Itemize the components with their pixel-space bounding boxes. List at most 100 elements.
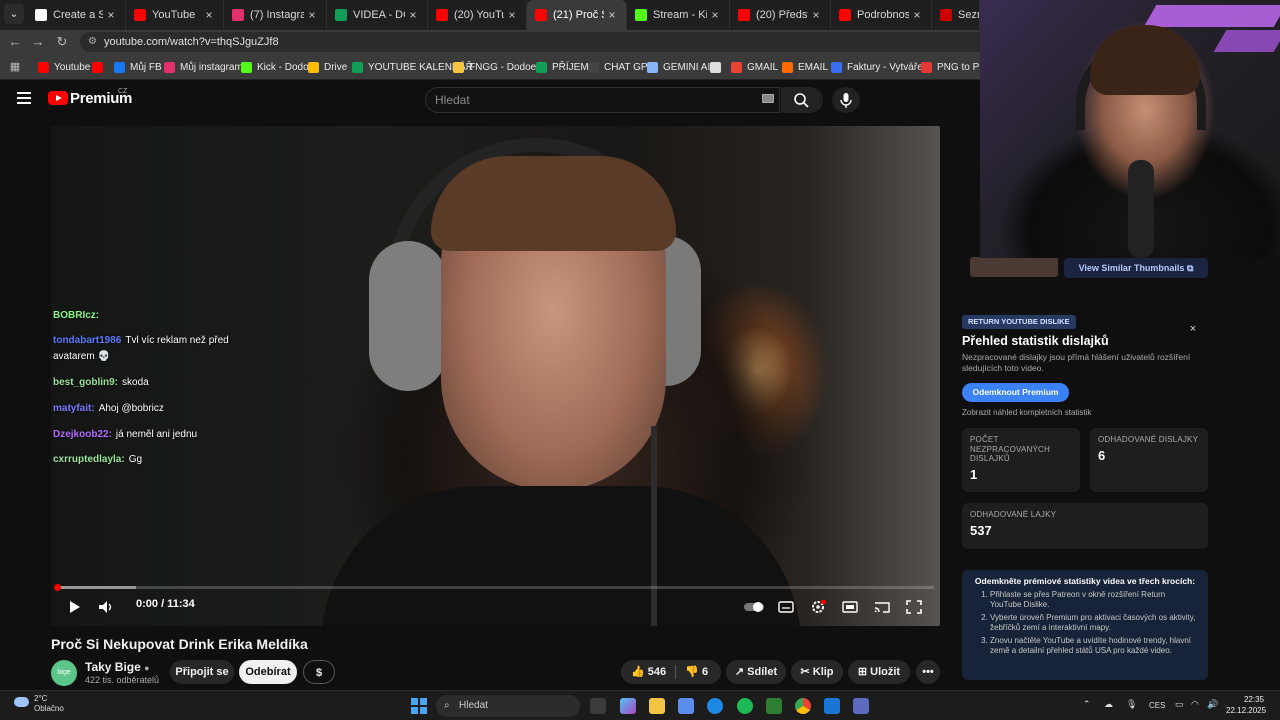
back-icon[interactable]: ← xyxy=(6,33,24,51)
tab-close-icon[interactable]: × xyxy=(304,8,320,22)
preview-stats-link[interactable]: Zobrazit náhled kompletních statistik xyxy=(962,408,1091,417)
windows-start-icon[interactable] xyxy=(411,698,427,714)
task-view-icon[interactable] xyxy=(590,698,606,714)
tab-label: Seznam xyxy=(958,9,979,21)
video-player[interactable]: BOBRIcz: tondabart1986 Tvl víc reklam než … xyxy=(51,126,940,626)
share-button[interactable]: ↗ Sdílet xyxy=(726,660,786,684)
file-explorer-icon[interactable] xyxy=(649,698,665,714)
tab-close-icon[interactable]: × xyxy=(604,8,620,22)
tab-search-button[interactable]: ⌄ xyxy=(4,4,24,24)
tab-close-icon[interactable]: × xyxy=(707,8,723,22)
bookmark-icon xyxy=(588,61,599,73)
channel-name[interactable]: Taky Bige ● xyxy=(85,660,150,674)
terminal-icon[interactable] xyxy=(766,698,782,714)
menu-icon[interactable] xyxy=(17,92,31,104)
bookmark-item[interactable]: GEMINI AI xyxy=(647,54,710,80)
view-similar-thumbnails-button[interactable]: View Similar Thumbnails ⧉ xyxy=(1064,258,1208,278)
outlook-icon[interactable] xyxy=(678,698,694,714)
tray-display-icon[interactable]: ▭ xyxy=(1175,699,1184,710)
unlock-premium-button[interactable]: Odemknout Premium xyxy=(962,383,1069,402)
bookmark-item[interactable]: Můj FB xyxy=(114,54,162,80)
bookmark-item[interactable]: Můj instagram xyxy=(164,54,243,80)
copilot-icon[interactable] xyxy=(620,698,636,714)
apps-grid-icon[interactable]: ▦ xyxy=(6,58,24,76)
similar-thumbnail-preview[interactable] xyxy=(970,257,1058,277)
channel-avatar[interactable]: bige xyxy=(51,660,77,686)
tray-network-icon[interactable]: ☁ xyxy=(1104,699,1113,710)
browser-tab[interactable]: Podrobnosti o× xyxy=(831,0,932,30)
progress-bar[interactable] xyxy=(54,584,934,591)
bookmark-item[interactable]: CHAT GPT xyxy=(588,54,654,80)
subtitles-icon[interactable] xyxy=(778,600,794,614)
tab-close-icon[interactable]: × xyxy=(909,8,925,22)
tray-mic-icon[interactable]: 🎙 xyxy=(1126,699,1137,710)
subscribe-button[interactable]: Odebírat xyxy=(239,660,297,684)
fullscreen-icon[interactable] xyxy=(906,600,922,614)
tray-wifi-icon[interactable]: ◠ xyxy=(1191,699,1199,710)
youtube-logo-icon[interactable] xyxy=(48,91,68,105)
browser-tab[interactable]: (7) Instagram -× xyxy=(224,0,327,30)
forward-icon[interactable]: → xyxy=(29,33,47,51)
language-indicator[interactable]: CES xyxy=(1149,701,1165,710)
tab-close-icon[interactable]: × xyxy=(504,8,520,22)
bookmark-item[interactable] xyxy=(710,54,726,80)
like-button[interactable]: 👍 546 xyxy=(631,666,666,678)
tray-chevron-icon[interactable]: ⌃ xyxy=(1083,699,1091,710)
bookmark-item[interactable]: FNGG - Dodoeu xyxy=(453,54,542,80)
cast-icon[interactable] xyxy=(874,600,890,614)
play-icon[interactable] xyxy=(66,600,82,614)
tab-close-icon[interactable]: × xyxy=(103,8,119,22)
volume-icon[interactable] xyxy=(98,600,114,614)
bookmark-item[interactable]: GMAIL xyxy=(731,54,778,80)
url-field[interactable]: ⚙ youtube.com/watch?v=thqSJguZJf8 xyxy=(80,32,1000,52)
tab-close-icon[interactable]: × xyxy=(808,8,824,22)
search-input[interactable]: Hledat xyxy=(425,87,780,113)
weather-widget[interactable]: 2°C Oblačno xyxy=(14,694,64,714)
more-actions-button[interactable]: ••• xyxy=(916,660,940,684)
tab-close-icon[interactable]: × xyxy=(405,8,421,22)
browser-tab[interactable]: Stream - Kick D× xyxy=(627,0,730,30)
reload-icon[interactable]: ↻ xyxy=(53,33,71,51)
stat-value: 6 xyxy=(1098,447,1106,463)
browser-tab[interactable]: VIDEA - DODO× xyxy=(327,0,428,30)
clip-button[interactable]: ✂ Klip xyxy=(791,660,843,684)
chat-username: BOBRIcz: xyxy=(53,310,100,321)
autoplay-toggle[interactable] xyxy=(743,600,765,614)
dislike-button[interactable]: 👎 6 xyxy=(685,666,708,678)
browser-tab[interactable]: Create a Single× xyxy=(27,0,126,30)
bookmark-item[interactable]: Youtube xyxy=(38,54,90,80)
browser-tab[interactable]: YouTube × xyxy=(126,0,224,30)
browser-tab[interactable]: (20) YouTube× xyxy=(428,0,527,30)
bookmark-item[interactable]: EMAIL xyxy=(782,54,828,80)
thanks-button[interactable]: $ xyxy=(303,660,335,684)
tab-close-icon[interactable]: × xyxy=(201,8,217,22)
keyboard-icon[interactable] xyxy=(762,94,774,103)
calculator-icon[interactable] xyxy=(853,698,869,714)
tray-volume-icon[interactable]: 🔊 xyxy=(1207,699,1218,710)
system-clock[interactable]: 22:35 22.12.2025 xyxy=(1226,694,1266,716)
clock-time: 22:35 xyxy=(1243,695,1264,704)
chrome-icon[interactable] xyxy=(795,698,811,714)
scrubber-handle[interactable] xyxy=(54,584,61,591)
site-info-icon[interactable]: ⚙ xyxy=(88,32,97,52)
close-icon[interactable]: × xyxy=(1186,323,1200,337)
snipping-tool-icon[interactable] xyxy=(824,698,840,714)
edge-icon[interactable] xyxy=(707,698,723,714)
bookmark-item[interactable]: Faktury - Vytváření xyxy=(831,54,931,80)
search-button[interactable] xyxy=(781,87,823,113)
spotify-icon[interactable] xyxy=(737,698,753,714)
taskbar-search[interactable]: ⌕ Hledat xyxy=(436,695,580,717)
save-button[interactable]: ⊞ Uložit xyxy=(848,660,910,684)
settings-gear-icon[interactable] xyxy=(810,600,826,614)
bookmark-item[interactable]: Kick - Dodo xyxy=(241,54,309,80)
voice-search-button[interactable] xyxy=(832,87,860,113)
browser-tab[interactable]: (20) Předstírám× xyxy=(730,0,831,30)
tab-label: YouTube xyxy=(152,9,196,21)
browser-tab[interactable]: (21) Proč Si Ne× xyxy=(527,0,627,30)
bookmark-item[interactable]: Drive xyxy=(308,54,347,80)
bookmark-item[interactable] xyxy=(92,54,108,80)
browser-tab[interactable]: Seznam xyxy=(932,0,980,30)
miniplayer-icon[interactable] xyxy=(842,600,858,614)
bookmark-item[interactable]: PŘÍJEM xyxy=(536,54,589,80)
join-button[interactable]: Připojit se xyxy=(170,660,234,684)
